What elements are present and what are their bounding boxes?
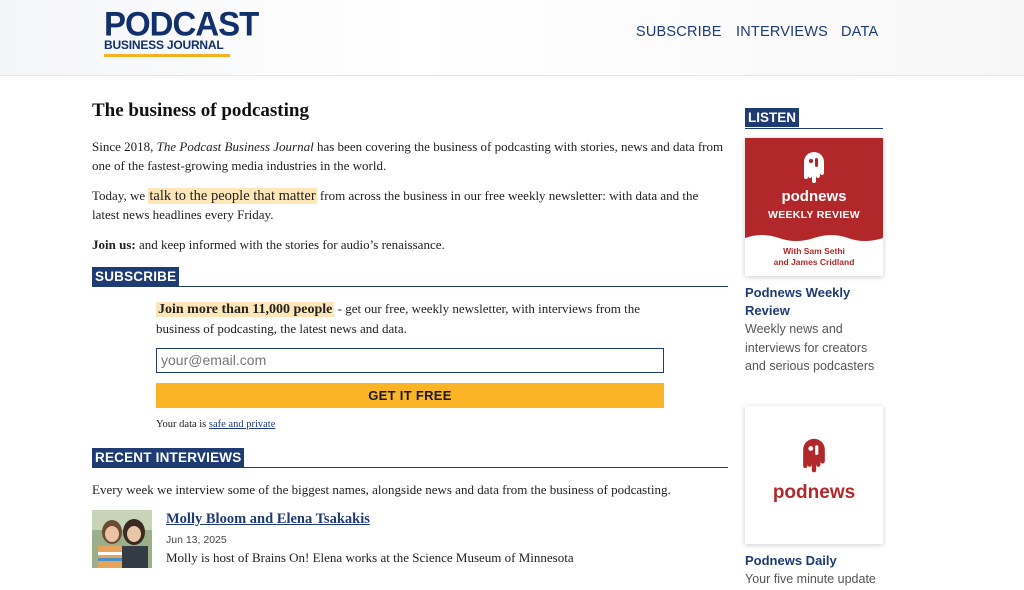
subscribe-intro: Join more than 11,000 people - get our f… <box>156 299 664 338</box>
site-header: PODCAST BUSINESS JOURNAL SUBSCRIBE INTER… <box>0 0 1024 76</box>
subscribe-heading: SUBSCRIBE <box>92 266 728 287</box>
listen-heading: LISTEN <box>745 108 883 129</box>
hosts-line-2: and James Cridland <box>773 257 855 267</box>
email-input[interactable] <box>156 347 664 373</box>
subscribe-form: Join more than 11,000 people - get our f… <box>156 299 664 430</box>
logo-underline <box>104 54 230 57</box>
sidebar: LISTEN podnews WEEKLY REVIEW With Sam Se… <box>745 108 883 590</box>
podnews-logo-icon <box>803 438 825 472</box>
podnews-weekly-review-desc: Weekly news and interviews for creators … <box>745 322 875 373</box>
hosts-line-1: With Sam Sethi <box>783 246 845 256</box>
privacy-text: Your data is <box>156 418 209 430</box>
listen-heading-label: LISTEN <box>745 108 800 127</box>
podnews-brand: podnews <box>772 481 856 503</box>
page-title: The business of podcasting <box>92 100 309 121</box>
subscribe-heading-label: SUBSCRIBE <box>92 266 180 286</box>
intro-text: Since 2018, <box>92 139 157 154</box>
podnews-daily-title[interactable]: Podnews Daily <box>745 552 883 570</box>
podnews-brand: podnews <box>781 188 847 205</box>
join-label: Join us: <box>92 237 136 252</box>
nav-interviews[interactable]: INTERVIEWS <box>736 24 828 40</box>
publication-name: The Podcast Business Journal <box>156 139 314 154</box>
intro-text: and keep informed with the stories for a… <box>135 237 445 252</box>
podnews-daily-desc: Your five minute update for podcasting a… <box>745 571 876 586</box>
subscriber-count-highlight: Join more than 11,000 people <box>156 301 335 317</box>
interview-description: Molly is host of Brains On! Elena works … <box>166 549 574 565</box>
highlight-text: talk to the people that matter <box>148 188 317 204</box>
intro-text: Today, we <box>92 188 149 203</box>
interview-title-link[interactable]: Molly Bloom and Elena Tsakakis <box>166 511 370 527</box>
interview-date: Jun 13, 2025 <box>166 533 227 546</box>
podnews-weekly-review-cover[interactable]: podnews WEEKLY REVIEW With Sam Sethi and… <box>745 138 883 276</box>
privacy-note: Your data is safe and private <box>156 419 664 430</box>
nav-subscribe[interactable]: SUBSCRIBE <box>636 24 722 40</box>
interview-text: Molly Bloom and Elena Tsakakis Jun 13, 2… <box>166 510 574 566</box>
nav-data[interactable]: DATA <box>841 24 878 40</box>
weekly-review-label: WEEKLY REVIEW <box>767 209 860 221</box>
interviews-heading: RECENT INTERVIEWS <box>92 447 728 468</box>
interview-item[interactable]: Molly Bloom and Elena Tsakakis Jun 13, 2… <box>92 509 728 570</box>
interviews-intro: Every week we interview some of the bigg… <box>92 481 671 497</box>
podnews-logo-icon <box>804 152 824 183</box>
intro-paragraph-1: Since 2018, The Podcast Business Journal… <box>92 138 728 175</box>
main-content: The business of podcasting Since 2018, T… <box>92 100 728 570</box>
intro-paragraph-3: Join us: and keep informed with the stor… <box>92 236 728 255</box>
site-logo[interactable]: PODCAST BUSINESS JOURNAL <box>104 4 259 57</box>
podnews-daily-cover[interactable]: podnews <box>745 405 883 544</box>
logo-line1: PODCAST <box>104 4 259 43</box>
podnews-weekly-review-title[interactable]: Podnews Weekly Review <box>745 284 883 320</box>
interview-thumbnail[interactable] <box>92 509 152 568</box>
get-it-free-button[interactable]: GET IT FREE <box>156 382 664 408</box>
interviews-heading-label: RECENT INTERVIEWS <box>92 447 245 467</box>
privacy-link[interactable]: safe and private <box>209 419 275 430</box>
intro-paragraph-2: Today, we talk to the people that matter… <box>92 187 728 224</box>
